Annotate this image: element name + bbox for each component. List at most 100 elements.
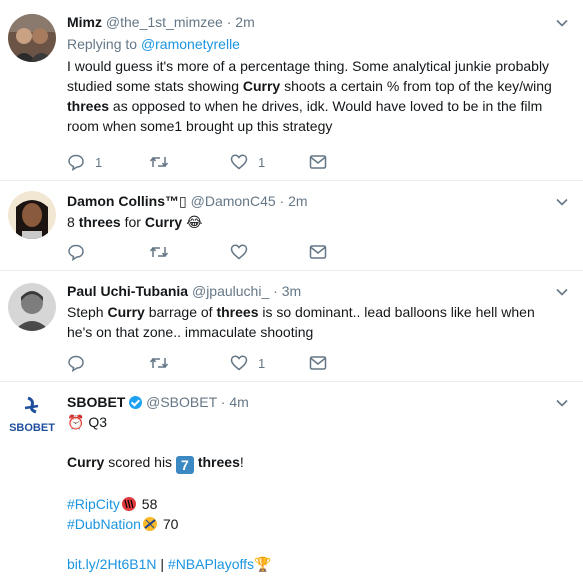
trail-blazers-logo-icon [121, 497, 136, 511]
envelope-icon [309, 155, 327, 169]
tweet-text: Steph Curry barrage of threes is so domi… [67, 302, 555, 342]
pipe-separator: | [156, 556, 168, 572]
display-name[interactable]: Mimz [67, 14, 102, 30]
highlight-term: Curry [144, 214, 183, 230]
tweet[interactable]: Paul Uchi-Tubania @jpauluchi_ · 3m Steph… [0, 271, 583, 382]
text-part: ! [239, 454, 244, 470]
like-count: 1 [258, 154, 266, 170]
retweet-button[interactable] [149, 152, 179, 172]
envelope-icon [309, 356, 327, 370]
timestamp[interactable]: 4m [229, 394, 248, 410]
tweet-line: #DubNation 70 [67, 514, 555, 534]
text-part: barrage of [144, 304, 217, 320]
retweet-icon [149, 357, 169, 369]
timestamp[interactable]: 2m [288, 193, 307, 209]
number-seven-emoji: 7 [175, 456, 194, 474]
highlight-term: threes [78, 214, 121, 230]
tears-of-joy-emoji: 😂 [186, 214, 203, 230]
tweet-line: #RipCity 58 [67, 494, 555, 514]
dubnation-score: 70 [162, 516, 179, 532]
tweet-line: bit.ly/2Ht6B1N | #NBAPlayoffs🏆 [67, 554, 555, 574]
highlight-term: Curry [242, 78, 281, 94]
tweet-header: Damon Collins™▯ @DamonC45 · 2m [67, 191, 555, 211]
text-part: as opposed to when he drives, idk. Would… [67, 98, 543, 134]
short-link[interactable]: bit.ly/2Ht6B1N [67, 556, 156, 572]
tweet-line: ⏰ Q3 [67, 412, 555, 432]
tweet-header: Paul Uchi-Tubania @jpauluchi_ · 3m [67, 281, 555, 301]
retweet-button[interactable] [149, 242, 179, 262]
avatar[interactable] [8, 191, 56, 239]
chevron-down-icon[interactable] [555, 16, 569, 30]
replying-to-link[interactable]: @ramonetyrelle [141, 36, 240, 52]
tweet-header: Mimz @the_1st_mimzee · 2m [67, 12, 555, 32]
username[interactable]: @the_1st_mimzee [106, 14, 223, 30]
reply-count: 1 [95, 154, 103, 170]
tweet-text: ⏰ Q3 Curry scored his 7 threes! #RipCity… [67, 412, 555, 574]
highlight-term: Curry [67, 454, 105, 470]
direct-message-button[interactable] [309, 242, 327, 262]
text-part: Steph [67, 304, 108, 320]
separator-dot: · [273, 283, 278, 299]
chevron-down-icon[interactable] [555, 396, 569, 410]
highlight-term: threes [67, 98, 110, 114]
quarter-label: Q3 [88, 414, 108, 430]
sbobet-logo[interactable]: SBOBET [8, 394, 56, 442]
like-button[interactable]: 1 [230, 152, 265, 172]
reply-icon [68, 154, 84, 171]
reply-button[interactable]: 1 [67, 152, 102, 172]
separator-dot: · [279, 193, 285, 209]
direct-message-button[interactable] [309, 353, 327, 373]
highlight-term: threes [197, 454, 240, 470]
separator-dot: · [220, 394, 226, 410]
text-part: 8 [67, 214, 79, 230]
hashtag-dubnation[interactable]: #DubNation [67, 516, 141, 532]
reply-icon [68, 355, 84, 372]
display-name[interactable]: Damon Collins™ [67, 193, 179, 209]
avatar[interactable] [8, 283, 56, 331]
tweet[interactable]: Mimz @the_1st_mimzee · 2m Replying to @r… [0, 0, 583, 181]
warriors-logo-icon [142, 517, 157, 531]
heart-icon [230, 244, 248, 260]
reply-button[interactable] [67, 242, 95, 262]
highlight-term: Curry [107, 304, 145, 320]
text-part: for [120, 214, 145, 230]
direct-message-button[interactable] [309, 152, 327, 172]
ripcity-score: 58 [141, 496, 158, 512]
chevron-down-icon[interactable] [555, 195, 569, 209]
tweet-actions: 1 [67, 353, 367, 373]
retweet-icon [149, 246, 169, 258]
tweet-line: Curry scored his 7 threes! [67, 452, 555, 474]
timestamp[interactable]: 3m [282, 283, 301, 299]
separator-dot: · [226, 14, 232, 30]
alarm-clock-emoji: ⏰ [67, 414, 85, 430]
chevron-down-icon[interactable] [555, 285, 569, 299]
avatar[interactable] [8, 14, 56, 62]
hashtag-nbaplayoffs[interactable]: #NBAPlayoffs [168, 556, 254, 572]
heart-icon [230, 154, 248, 170]
tweet-header: SBOBET @SBOBET · 4m [67, 392, 555, 412]
tweet[interactable]: Damon Collins™▯ @DamonC45 · 2m 8 threes … [0, 181, 583, 271]
tweet-text: I would guess it's more of a percentage … [67, 56, 555, 136]
envelope-icon [309, 245, 327, 259]
like-count: 1 [258, 355, 266, 371]
retweet-icon [149, 156, 169, 168]
display-name[interactable]: Paul Uchi-Tubania [67, 283, 188, 299]
username[interactable]: @SBOBET [146, 394, 217, 410]
like-button[interactable]: 1 [230, 353, 265, 373]
retweet-button[interactable] [149, 353, 179, 373]
display-name[interactable]: SBOBET [67, 394, 125, 410]
username[interactable]: @jpauluchi_ [192, 283, 269, 299]
text-part: shoots a certain % from top of the key/w… [280, 78, 552, 94]
hashtag-ripcity[interactable]: #RipCity [67, 496, 120, 512]
heart-icon [230, 355, 248, 371]
highlight-term: threes [216, 304, 259, 320]
timestamp[interactable]: 2m [235, 14, 254, 30]
reply-button[interactable] [67, 353, 95, 373]
replying-to-label: Replying to [67, 36, 138, 52]
tweet[interactable]: SBOBET SBOBET @SBOBET · 4m ⏰ Q3 Curry sc… [0, 382, 583, 577]
like-button[interactable] [230, 242, 258, 262]
username[interactable]: @DamonC45 [191, 193, 276, 209]
reply-icon [68, 244, 84, 261]
text-part: scored his [104, 454, 176, 470]
sbobet-logo-text: SBOBET [9, 422, 55, 434]
